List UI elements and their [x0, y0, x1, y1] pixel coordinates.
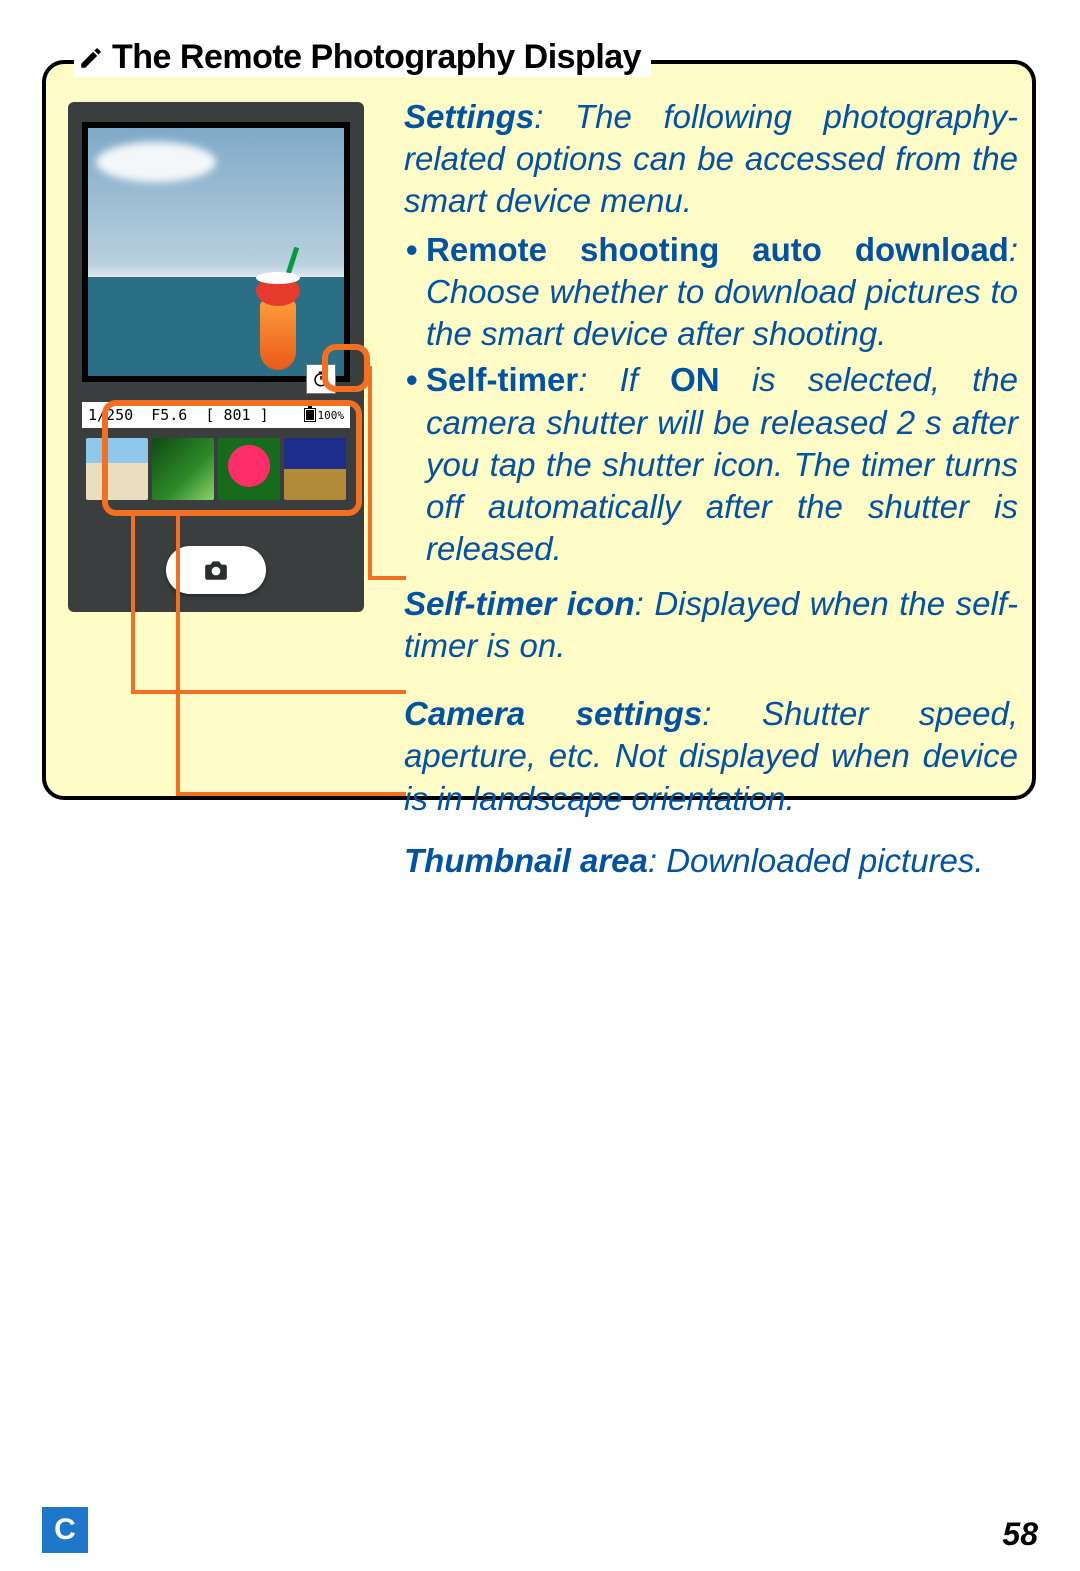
live-view-image [88, 128, 344, 376]
camera-icon [203, 559, 229, 581]
callout-leader [176, 792, 406, 796]
settings-paragraph: Settings: The following photography-rela… [404, 96, 1018, 223]
bullet-self-timer: Self-timer: If ON is selected, the camer… [404, 359, 1018, 570]
bullet-remote-download: Remote shooting auto download: Choose wh… [404, 229, 1018, 356]
callout-leader [368, 576, 406, 580]
page-number: 58 [1002, 1516, 1038, 1553]
note-title: The Remote Photography Display [74, 38, 651, 77]
callout-leader [131, 690, 406, 694]
note-box: The Remote Photography Display 1/250 F5.… [42, 60, 1036, 800]
page-footer: C 58 [0, 1513, 1080, 1571]
note-body: Settings: The following photography-rela… [404, 96, 1018, 888]
note-title-text: The Remote Photography Display [112, 38, 641, 77]
shutter-button[interactable] [166, 546, 266, 594]
callout-leader [176, 516, 180, 796]
callout-thumbnail-area: Thumbnail area: Downloaded pictures. [404, 840, 1018, 882]
pencil-icon [78, 45, 104, 71]
callout-highlight-self-timer [322, 344, 370, 392]
section-tab: C [42, 1507, 88, 1553]
callout-leader [131, 516, 135, 694]
callout-camera-settings: Camera settings: Shutter speed, aperture… [404, 693, 1018, 820]
manual-page: The Remote Photography Display 1/250 F5.… [0, 0, 1080, 1571]
phone-mockup: 1/250 F5.6 [ 801 ] 100% [68, 102, 364, 612]
live-view[interactable] [82, 122, 350, 382]
callout-highlight-settings-thumbs [102, 400, 362, 516]
settings-bullets: Remote shooting auto download: Choose wh… [404, 229, 1018, 571]
callout-leader [368, 366, 372, 580]
callout-self-timer-icon: Self-timer icon: Displayed when the self… [404, 583, 1018, 667]
